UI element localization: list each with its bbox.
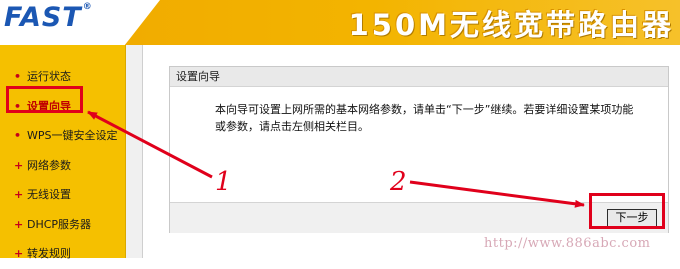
plus-icon: +: [14, 188, 24, 201]
product-title: 150M无线宽带路由器: [348, 8, 674, 42]
sidebar-item-forwarding[interactable]: + 转发规则: [0, 239, 125, 269]
plus-icon: +: [14, 158, 24, 172]
watermark-url: http://www.886abc.com: [484, 236, 651, 251]
brand-logo: FAST®: [4, 2, 93, 33]
plus-icon: +: [14, 217, 24, 231]
header-banner: FAST® 150M无线宽带路由器: [0, 0, 680, 45]
sidebar-scrollbar[interactable]: [126, 45, 143, 258]
sidebar-item-wps[interactable]: • WPS一键安全设定: [0, 121, 125, 151]
sidebar-item-label: 网络参数: [27, 158, 71, 172]
bullet-icon: •: [14, 129, 22, 142]
highlight-box-next: [589, 193, 665, 229]
sidebar-item-network[interactable]: + 网络参数: [0, 151, 125, 181]
sidebar-item-label: 无线设置: [27, 188, 71, 201]
registered-mark: ®: [82, 2, 93, 12]
sidebar-item-label: WPS一键安全设定: [27, 129, 118, 142]
sidebar-item-label: 转发规则: [27, 247, 71, 260]
sidebar-item-label: 运行状态: [27, 70, 71, 83]
highlight-box-wizard: [6, 86, 83, 113]
sidebar-menu: • 运行状态 • 设置向导 • WPS一键安全设定 + 网络参数 + 无线设置 + DHCP…: [0, 45, 126, 260]
wizard-description: 本向导可设置上网所需的基本网络参数，请单击“下一步”继续。若要详细设置某项功能或…: [215, 103, 634, 133]
panel-title: 设置向导: [170, 67, 668, 87]
sidebar-item-dhcp[interactable]: + DHCP服务器: [0, 210, 125, 240]
sidebar-item-wireless[interactable]: + 无线设置: [0, 180, 125, 210]
plus-icon: +: [14, 247, 24, 260]
sidebar-item-label: DHCP服务器: [27, 217, 92, 231]
logo-area: FAST®: [0, 0, 160, 45]
